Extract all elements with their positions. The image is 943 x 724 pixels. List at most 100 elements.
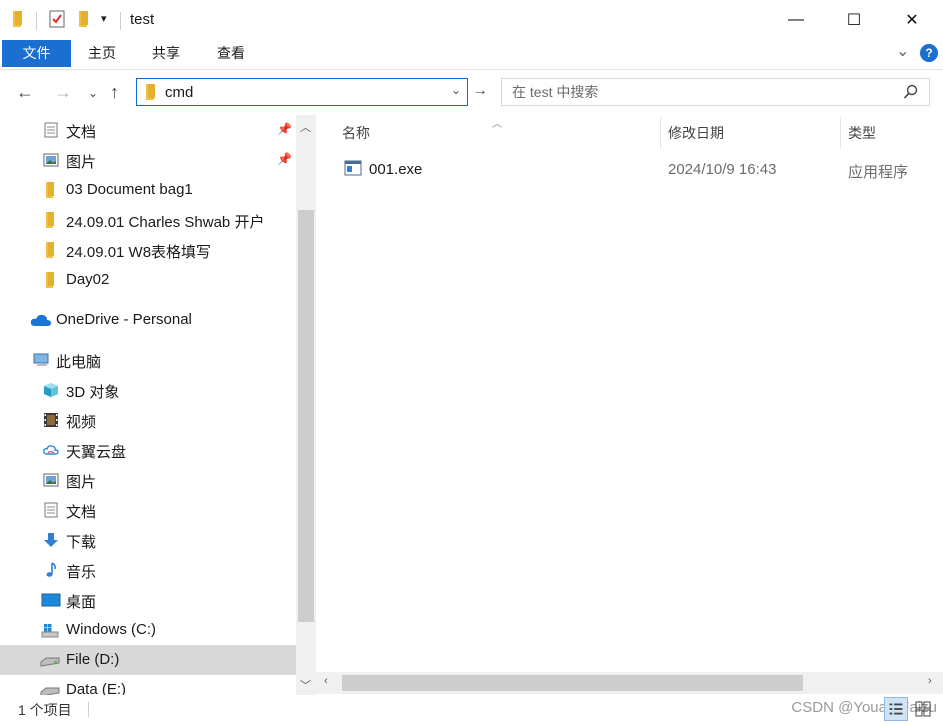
nav-item-label: 桌面 <box>66 594 97 611</box>
scrollbar-thumb[interactable] <box>342 675 803 691</box>
nav-item-label: Day02 <box>66 271 110 288</box>
search-box[interactable] <box>501 78 930 106</box>
nav-item-desktop[interactable]: 桌面 <box>0 585 296 615</box>
nav-item-windows-drive[interactable]: Windows (C:) <box>0 615 296 645</box>
new-folder-icon[interactable] <box>76 10 92 28</box>
nav-item-3d-objects[interactable]: 3D 对象 <box>0 375 296 405</box>
nav-item-label: 图片 <box>66 474 97 491</box>
title-bar: ▾ test — ☐ ✕ <box>0 0 943 40</box>
nav-item-pictures[interactable]: 图片 📌 <box>0 145 296 175</box>
help-icon[interactable]: ? <box>920 44 938 62</box>
forward-arrow-icon[interactable]: → <box>54 82 72 103</box>
pin-icon[interactable]: 📌 <box>277 122 292 136</box>
file-name: 001.exe <box>369 161 423 178</box>
nav-item-this-pc[interactable]: 此电脑 <box>0 345 296 375</box>
nav-item-label: Data (E:) <box>66 681 127 695</box>
divider <box>120 12 121 30</box>
nav-item-folder[interactable]: 24.09.01 W8表格填写 <box>0 235 296 265</box>
scrollbar-thumb[interactable] <box>298 210 314 622</box>
divider <box>88 702 89 717</box>
nav-item-pictures[interactable]: 图片 <box>0 465 296 495</box>
scroll-left-icon[interactable]: ‹ <box>324 675 328 687</box>
nav-item-downloads[interactable]: 下载 <box>0 525 296 555</box>
pin-icon[interactable]: 📌 <box>277 152 292 166</box>
folder-icon <box>146 84 155 100</box>
tab-view[interactable]: 查看 <box>201 40 261 67</box>
divider <box>36 12 37 30</box>
nav-item-label: 3D 对象 <box>66 384 120 401</box>
nav-item-videos[interactable]: 视频 <box>0 405 296 435</box>
nav-item-label: 文档 <box>66 124 97 141</box>
go-arrow-icon[interactable]: → <box>472 82 488 100</box>
search-icon[interactable] <box>903 84 919 100</box>
minimize-button[interactable]: — <box>767 0 825 40</box>
nav-item-label: 天翼云盘 <box>66 444 127 461</box>
documents-icon <box>44 502 58 518</box>
chevron-down-icon[interactable]: ⌄ <box>451 83 461 97</box>
column-header-name[interactable]: 名称 <box>342 123 370 143</box>
column-header-modified[interactable]: 修改日期 <box>668 123 724 143</box>
nav-item-folder[interactable]: 03 Document bag1 <box>0 175 296 205</box>
search-input[interactable] <box>512 83 892 101</box>
tab-share[interactable]: 共享 <box>136 40 196 67</box>
nav-item-label: 视频 <box>66 414 97 431</box>
window-title: test <box>130 11 155 28</box>
table-row[interactable]: 001.exe 2024/10/9 16:43 应用程序 <box>336 155 936 183</box>
back-arrow-icon[interactable]: ← <box>16 82 34 103</box>
this-pc-icon <box>33 353 49 366</box>
file-modified: 2024/10/9 16:43 <box>668 161 777 178</box>
nav-item-label: 文档 <box>66 504 97 521</box>
divider <box>660 117 661 149</box>
onedrive-icon <box>30 314 51 326</box>
expand-ribbon-icon[interactable]: ⌄ <box>896 41 909 61</box>
maximize-button[interactable]: ☐ <box>825 0 883 40</box>
address-bar[interactable]: cmd ⌄ <box>136 78 468 106</box>
nav-item-music[interactable]: 音乐 <box>0 555 296 585</box>
nav-item-cloud-drive[interactable]: 天翼云盘 <box>0 435 296 465</box>
column-header-type[interactable]: 类型 <box>848 123 876 143</box>
sort-up-icon: ︿ <box>492 119 502 130</box>
nav-item-label: 图片 <box>66 154 97 171</box>
close-button[interactable]: ✕ <box>883 0 941 40</box>
pictures-icon <box>43 473 59 487</box>
ribbon-tabs: 文件 主页 共享 查看 ⌄ ? <box>0 40 943 70</box>
scroll-down-icon[interactable]: ﹀ <box>300 677 311 693</box>
scroll-right-icon[interactable]: › <box>928 675 932 687</box>
documents-icon <box>44 122 58 138</box>
tab-home[interactable]: 主页 <box>72 40 132 67</box>
file-list: ︿ 名称 修改日期 类型 001.exe 2024/10/9 16:43 应用程… <box>316 115 943 695</box>
scroll-up-icon[interactable]: ︿ <box>300 119 311 135</box>
customize-toolbar-icon[interactable]: ▾ <box>101 12 107 25</box>
drive-icon <box>40 687 60 695</box>
nav-item-folder[interactable]: Day02 <box>0 265 296 295</box>
up-arrow-icon[interactable]: ↑ <box>110 82 119 103</box>
properties-icon[interactable] <box>48 10 66 28</box>
folder-icon <box>13 11 22 27</box>
address-row: ← → ⌄ ↑ cmd ⌄ → <box>0 70 943 114</box>
large-icons-view-icon[interactable] <box>911 697 935 721</box>
nav-item-onedrive[interactable]: OneDrive - Personal <box>0 305 296 335</box>
music-icon <box>46 562 56 577</box>
nav-item-documents[interactable]: 文档 <box>0 495 296 525</box>
nav-item-file-drive[interactable]: File (D:) <box>0 645 296 675</box>
nav-item-label: 24.09.01 Charles Shwab 开户 <box>66 214 265 231</box>
content-scrollbar[interactable]: ‹ › <box>316 672 943 694</box>
status-bar: 1 个项目 CSDN @YouareFaizu <box>0 695 943 724</box>
nav-item-folder[interactable]: 24.09.01 Charles Shwab 开户 <box>0 205 296 235</box>
recent-locations-icon[interactable]: ⌄ <box>88 86 98 100</box>
folder-icon <box>46 182 54 198</box>
exe-file-icon <box>344 160 362 176</box>
drive-icon <box>40 657 60 667</box>
item-count: 1 个项目 <box>18 702 72 718</box>
address-input[interactable]: cmd <box>165 84 193 101</box>
nav-scrollbar[interactable]: ︿ ﹀ <box>296 115 316 695</box>
nav-item-documents[interactable]: 文档 📌 <box>0 115 296 145</box>
folder-icon <box>46 212 54 228</box>
nav-item-label: 此电脑 <box>56 354 102 371</box>
tab-file[interactable]: 文件 <box>2 40 71 67</box>
details-view-icon[interactable] <box>884 697 908 721</box>
pictures-icon <box>43 153 59 167</box>
nav-item-label: 03 Document bag1 <box>66 181 193 198</box>
desktop-icon <box>41 593 61 607</box>
nav-item-data-drive[interactable]: Data (E:) <box>0 675 296 695</box>
